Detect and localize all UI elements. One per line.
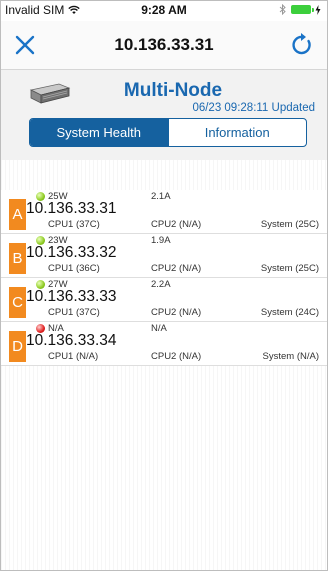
node-row-a[interactable]: A 25W 2.1A 10.136.33.31 CPU1 (37C) CPU2 … <box>1 190 327 234</box>
summary-header: Multi-Node 06/23 09:28:11 Updated System… <box>1 70 327 160</box>
node-cpu1-temp: CPU1 (37C) <box>48 307 100 318</box>
node-list: A 25W 2.1A 10.136.33.31 CPU1 (37C) CPU2 … <box>1 160 327 570</box>
node-ip: 10.136.33.32 <box>26 244 117 261</box>
view-segmented-control: System Health Information <box>29 118 307 147</box>
node-letter-badge: C <box>9 287 26 318</box>
charging-icon <box>315 4 321 15</box>
node-row-c[interactable]: C 27W 2.2A 10.136.33.33 CPU1 (37C) CPU2 … <box>1 278 327 322</box>
node-current: 1.9A <box>151 235 171 246</box>
node-cpu2-temp: CPU2 (N/A) <box>151 307 202 318</box>
node-system-temp: System (25C) <box>260 219 319 230</box>
tab-information[interactable]: Information <box>167 119 307 146</box>
updated-timestamp: 06/23 09:28:11 Updated <box>192 102 315 114</box>
app-frame: Invalid SIM 9:28 AM 10.136.33.31 Multi-N… <box>0 0 328 571</box>
node-letter-badge: B <box>9 243 26 274</box>
node-cpu2-temp: CPU2 (N/A) <box>151 219 202 230</box>
node-ip: 10.136.33.34 <box>26 332 117 349</box>
bluetooth-icon <box>279 4 286 15</box>
refresh-icon[interactable] <box>289 32 315 58</box>
tab-system-health[interactable]: System Health <box>30 119 168 146</box>
node-current: 2.1A <box>151 191 171 202</box>
node-cpu1-temp: CPU1 (N/A) <box>48 351 99 362</box>
status-bar: Invalid SIM 9:28 AM <box>1 1 327 19</box>
model-title: Multi-Node <box>123 80 223 101</box>
node-row-d[interactable]: D N/A N/A 10.136.33.34 CPU1 (N/A) CPU2 (… <box>1 322 327 366</box>
node-cpu2-temp: CPU2 (N/A) <box>151 263 202 274</box>
nav-bar: 10.136.33.31 <box>1 21 327 70</box>
node-cpu1-temp: CPU1 (36C) <box>48 263 100 274</box>
page-title: 10.136.33.31 <box>114 35 214 54</box>
node-row-b[interactable]: B 23W 1.9A 10.136.33.32 CPU1 (36C) CPU2 … <box>1 234 327 278</box>
node-letter-badge: A <box>9 199 26 230</box>
node-system-temp: System (N/A) <box>262 351 319 362</box>
status-right <box>279 4 321 15</box>
node-current: 2.2A <box>151 279 171 290</box>
node-letter-badge: D <box>9 331 26 362</box>
battery-icon <box>291 5 314 14</box>
node-system-temp: System (25C) <box>260 263 319 274</box>
node-cpu2-temp: CPU2 (N/A) <box>151 351 202 362</box>
node-current: N/A <box>151 323 167 334</box>
node-ip: 10.136.33.31 <box>26 200 117 217</box>
node-ip: 10.136.33.33 <box>26 288 117 305</box>
node-cpu1-temp: CPU1 (37C) <box>48 219 100 230</box>
node-system-temp: System (24C) <box>260 307 319 318</box>
